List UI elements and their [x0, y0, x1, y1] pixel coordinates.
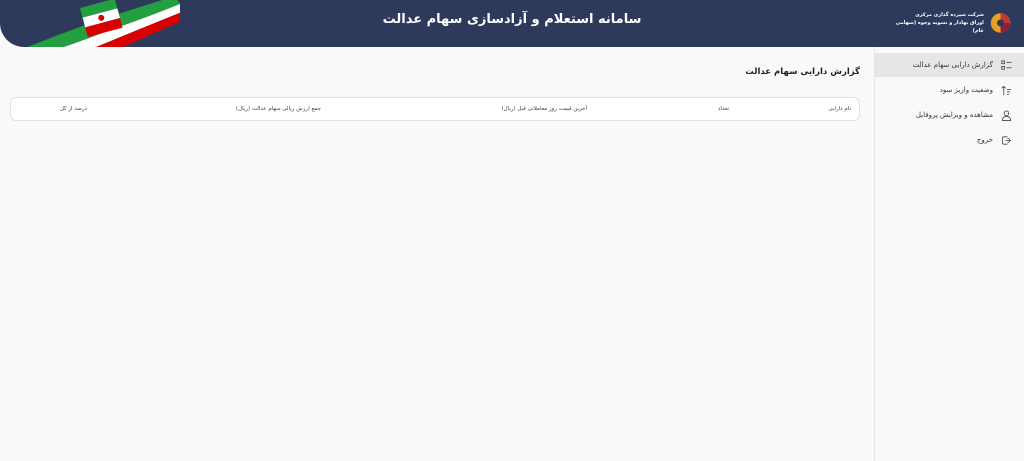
sidebar-item-asset-report[interactable]: گزارش دارایی سهام عدالت — [875, 53, 1024, 77]
app-header: سامانه استعلام و آزادسازی سهام عدالت شرک… — [0, 0, 1024, 47]
user-icon — [1001, 110, 1012, 121]
logout-icon — [1001, 135, 1012, 145]
asset-table: نام دارایی تعداد آخرین قیمت روز معاملاتی… — [10, 97, 860, 121]
sidebar: گزارش دارایی سهام عدالت وضعیت واریز سود … — [874, 47, 1024, 461]
company-logo: شرکت سپرده گذاری مرکزی اوراق بهادار و تس… — [894, 8, 1012, 38]
list-check-icon — [1001, 60, 1012, 70]
sidebar-item-label: گزارش دارایی سهام عدالت — [912, 61, 993, 69]
column-header-last-price[interactable]: آخرین قیمت روز معاملاتی قبل (ریال) — [502, 106, 587, 112]
company-logo-icon — [990, 13, 1011, 33]
main-content: گزارش دارایی سهام عدالت نام دارایی تعداد… — [0, 47, 874, 461]
column-header-total-value[interactable]: جمع ارزش ریالی سهام عدالت (ریال) — [236, 106, 321, 112]
sidebar-item-label: خروج — [976, 136, 993, 144]
page-title: گزارش دارایی سهام عدالت — [745, 67, 860, 77]
app-title: سامانه استعلام و آزادسازی سهام عدالت — [382, 12, 642, 27]
company-logo-text: شرکت سپرده گذاری مرکزی اوراق بهادار و تس… — [895, 12, 984, 34]
sidebar-item-logout[interactable]: خروج — [875, 128, 1024, 152]
sidebar-item-label: مشاهده و ویرایش پروفایل — [915, 111, 993, 119]
sort-up-icon — [1001, 85, 1012, 95]
sidebar-item-dividend-status[interactable]: وضعیت واریز سود — [875, 78, 1024, 102]
column-header-asset-name[interactable]: نام دارایی — [828, 106, 851, 112]
sidebar-item-label: وضعیت واریز سود — [939, 86, 993, 94]
column-header-percent[interactable]: درصد از کل — [60, 106, 87, 112]
column-header-count[interactable]: تعداد — [718, 106, 729, 112]
sidebar-item-profile[interactable]: مشاهده و ویرایش پروفایل — [875, 103, 1024, 127]
